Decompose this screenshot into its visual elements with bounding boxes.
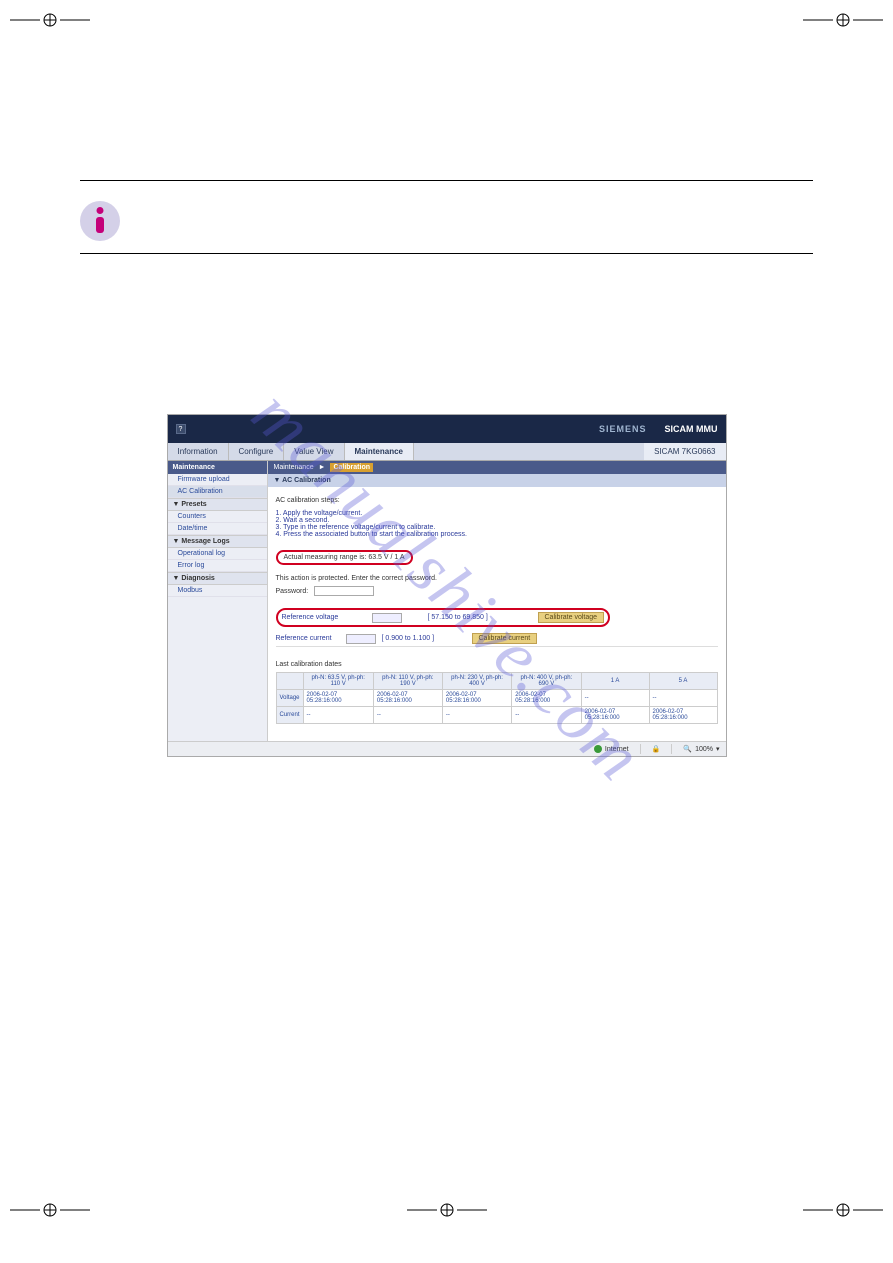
sidebar-group-message-logs[interactable]: ▼ Message Logs bbox=[168, 535, 267, 548]
internet-icon bbox=[594, 745, 602, 753]
device-id: SICAM 7KG0663 bbox=[644, 443, 725, 460]
help-icon[interactable]: ? bbox=[176, 424, 186, 434]
ref-current-input[interactable] bbox=[346, 634, 376, 644]
steps-title: AC calibration steps: bbox=[276, 497, 718, 504]
sidebar-item-error-log[interactable]: Error log bbox=[168, 560, 267, 572]
table-header: ph-N: 400 V, ph-ph: 690 V bbox=[512, 673, 581, 690]
table-row: Voltage 2006-02-07 05:28:16:000 2006-02-… bbox=[276, 690, 717, 707]
note-section bbox=[80, 180, 813, 254]
ref-voltage-input[interactable] bbox=[372, 613, 402, 623]
measuring-range-text: Actual measuring range is: 63.5 V / 1 A bbox=[284, 554, 405, 561]
registration-mark-bc bbox=[407, 1200, 487, 1220]
table-cell: -- bbox=[649, 690, 717, 707]
product-name: SICAM MMU bbox=[665, 424, 718, 434]
table-cell: 2006-02-07 05:28:16:000 bbox=[649, 707, 717, 724]
sidebar-group-diagnosis[interactable]: ▼ Diagnosis bbox=[168, 572, 267, 585]
table-cell: 2006-02-07 05:28:16:000 bbox=[442, 690, 511, 707]
calibrate-voltage-button[interactable]: Calibrate voltage bbox=[538, 612, 605, 623]
steps-list: 1. Apply the voltage/current. 2. Wait a … bbox=[276, 510, 718, 538]
registration-mark-br bbox=[803, 1200, 883, 1220]
zoom-control[interactable]: 🔍 100% ▾ bbox=[683, 745, 719, 753]
breadcrumb-current: Calibration bbox=[330, 463, 373, 472]
sidebar-head: Maintenance bbox=[168, 461, 267, 474]
table-cell: -- bbox=[303, 707, 373, 724]
table-row: Current -- -- -- -- 2006-02-07 05:28:16:… bbox=[276, 707, 717, 724]
breadcrumb: Maintenance ► Calibration bbox=[268, 461, 726, 474]
sidebar-item-ac-calibration[interactable]: AC Calibration bbox=[168, 486, 267, 498]
table-cell: 2006-02-07 05:28:16:000 bbox=[373, 690, 442, 707]
registration-mark-bl bbox=[10, 1200, 90, 1220]
registration-mark-tl bbox=[10, 10, 90, 30]
table-header: 1 A bbox=[581, 673, 649, 690]
table-cell: 2006-02-07 05:28:16:000 bbox=[581, 707, 649, 724]
step-item: 1. Apply the voltage/current. bbox=[276, 510, 718, 517]
highlight-reference-voltage: Reference voltage [ 57.150 to 69.850 ] C… bbox=[276, 608, 611, 627]
tab-configure[interactable]: Configure bbox=[229, 443, 285, 460]
table-header: ph-N: 63.5 V, ph-ph: 110 V bbox=[303, 673, 373, 690]
sidebar-item-operational-log[interactable]: Operational log bbox=[168, 548, 267, 560]
breadcrumb-root: Maintenance bbox=[274, 464, 314, 471]
step-item: 2. Wait a second. bbox=[276, 517, 718, 524]
table-cell: -- bbox=[512, 707, 581, 724]
panel-head[interactable]: ▼ AC Calibration bbox=[268, 474, 726, 487]
sidebar-item-counters[interactable]: Counters bbox=[168, 511, 267, 523]
ref-current-range: [ 0.900 to 1.100 ] bbox=[382, 635, 462, 642]
table-header: ph-N: 110 V, ph-ph: 190 V bbox=[373, 673, 442, 690]
table-header bbox=[276, 673, 303, 690]
table-cell: -- bbox=[442, 707, 511, 724]
step-item: 4. Press the associated button to start … bbox=[276, 531, 718, 538]
status-separator bbox=[640, 744, 641, 754]
calibrate-current-button[interactable]: Calibrate current bbox=[472, 633, 538, 644]
ref-current-label: Reference current bbox=[276, 635, 346, 642]
tab-information[interactable]: Information bbox=[168, 443, 229, 460]
protected-text: This action is protected. Enter the corr… bbox=[276, 575, 718, 582]
password-input[interactable] bbox=[314, 586, 374, 596]
last-calibration-title: Last calibration dates bbox=[276, 661, 718, 668]
sidebar-item-firmware[interactable]: Firmware upload bbox=[168, 474, 267, 486]
sidebar-group-presets[interactable]: ▼ Presets bbox=[168, 498, 267, 511]
status-bar: Internet 🔒 🔍 100% ▾ bbox=[168, 741, 726, 756]
row-label: Voltage bbox=[276, 690, 303, 707]
content-area: Maintenance ► Calibration ▼ AC Calibrati… bbox=[268, 461, 726, 741]
zoom-level: 100% bbox=[695, 746, 713, 753]
app-window: ? SIEMENS SICAM MMU Information Configur… bbox=[167, 414, 727, 757]
registration-mark-tr bbox=[803, 10, 883, 30]
nav-tabs: Information Configure Value View Mainten… bbox=[168, 443, 726, 461]
screenshot-figure: manualshive.com ? SIEMENS SICAM MMU Info… bbox=[167, 414, 727, 757]
tab-maintenance[interactable]: Maintenance bbox=[345, 443, 414, 460]
password-label: Password: bbox=[276, 588, 309, 595]
table-cell: -- bbox=[581, 690, 649, 707]
step-item: 3. Type in the reference voltage/current… bbox=[276, 524, 718, 531]
sidebar: Maintenance Firmware upload AC Calibrati… bbox=[168, 461, 268, 741]
status-separator bbox=[671, 744, 672, 754]
sidebar-item-datetime[interactable]: Date/time bbox=[168, 523, 267, 535]
table-header: ph-N: 230 V, ph-ph: 400 V bbox=[442, 673, 511, 690]
sidebar-item-modbus[interactable]: Modbus bbox=[168, 585, 267, 597]
zoom-icon: 🔍 bbox=[683, 745, 692, 753]
table-cell: 2006-02-07 05:28:16:000 bbox=[303, 690, 373, 707]
table-cell: -- bbox=[373, 707, 442, 724]
protected-mode-icon: 🔒 bbox=[652, 745, 661, 753]
status-internet: Internet bbox=[605, 746, 629, 753]
row-label: Current bbox=[276, 707, 303, 724]
chevron-down-icon: ▾ bbox=[716, 745, 720, 753]
highlight-measuring-range: Actual measuring range is: 63.5 V / 1 A bbox=[276, 550, 413, 565]
info-icon bbox=[80, 201, 120, 241]
app-header: ? SIEMENS SICAM MMU bbox=[168, 415, 726, 443]
calibration-table: ph-N: 63.5 V, ph-ph: 110 V ph-N: 110 V, … bbox=[276, 672, 718, 724]
ref-voltage-label: Reference voltage bbox=[282, 614, 352, 621]
ref-voltage-range: [ 57.150 to 69.850 ] bbox=[428, 614, 508, 621]
table-cell: 2006-02-07 05:28:16:000 bbox=[512, 690, 581, 707]
tab-value-view[interactable]: Value View bbox=[284, 443, 344, 460]
brand-logo: SIEMENS bbox=[599, 424, 647, 434]
table-header: 5 A bbox=[649, 673, 717, 690]
breadcrumb-sep-icon: ► bbox=[319, 464, 326, 471]
table-header-row: ph-N: 63.5 V, ph-ph: 110 V ph-N: 110 V, … bbox=[276, 673, 717, 690]
